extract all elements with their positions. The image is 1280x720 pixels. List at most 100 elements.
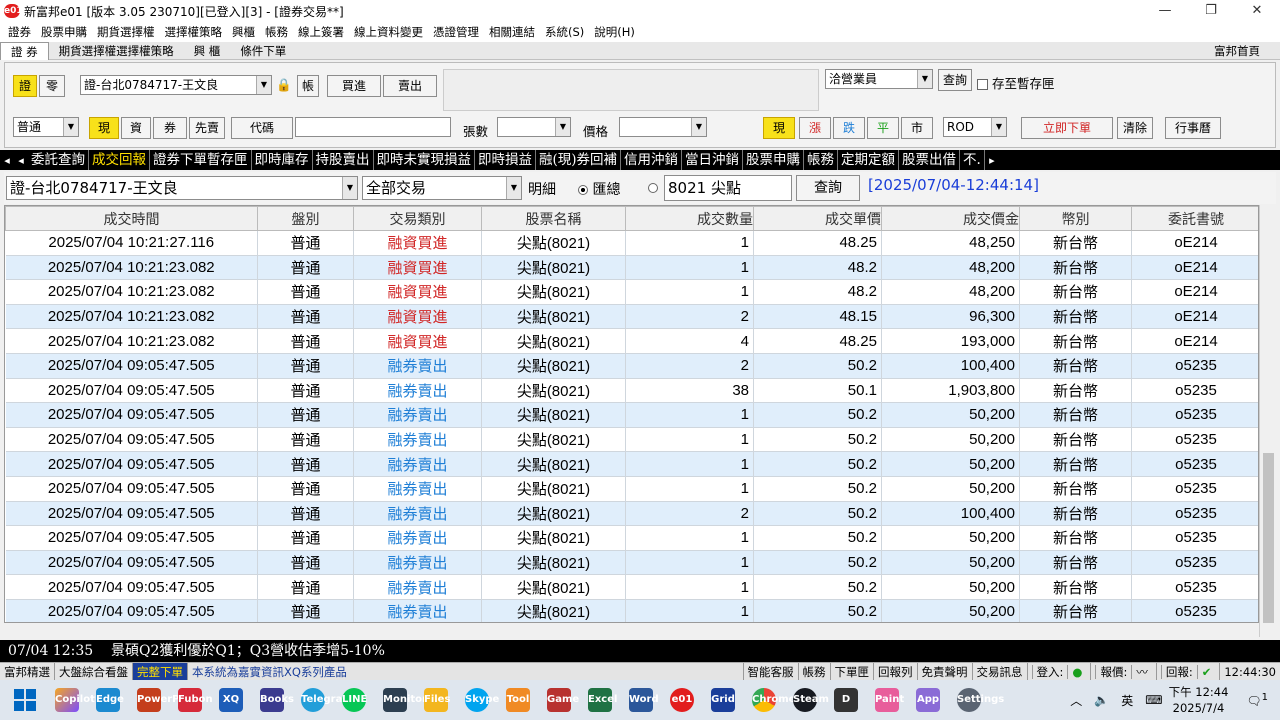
col-quantity[interactable]: 成交數量 [625,206,754,231]
tray-chevron-icon[interactable]: ︿ [1070,692,1082,709]
table-row[interactable]: 2025/07/04 09:05:47.505 普通 融券賣出 尖點(8021) 1 50… [5,402,1258,428]
menu-emerging[interactable]: 興櫃 [232,24,255,40]
tif-select[interactable]: ROD ▼ [943,117,1007,137]
col-currency[interactable]: 幣別 [1019,206,1132,231]
col-order-no[interactable]: 委託書號 [1131,206,1258,231]
menu-account[interactable]: 帳務 [265,24,288,40]
price-limit-down-button[interactable]: 跌 [833,117,865,139]
sell-button[interactable]: 賣出 [383,75,437,97]
paint-icon[interactable]: Paint [875,688,904,712]
monitor-icon[interactable]: Monitor [383,688,427,712]
tab-more[interactable]: 不. [960,150,985,170]
table-row[interactable]: 2025/07/04 10:21:23.082 普通 融資買進 尖點(8021) 1 48… [5,279,1258,305]
edge-icon[interactable]: Edge [96,688,124,712]
col-trade-time[interactable]: 成交時間 [5,206,258,231]
books-icon[interactable]: Books [260,688,294,712]
tab-holdings-sell[interactable]: 持股賣出 [313,150,374,170]
minimize-button[interactable]: — [1142,0,1188,22]
save-temp-toggle[interactable]: 存至暫存匣 [977,73,1055,92]
scroll-left-icon[interactable]: ◂ [0,154,14,167]
clear-button[interactable]: 清除 [1117,117,1153,139]
menu-cert[interactable]: 憑證管理 [433,24,479,40]
price-flat-button[interactable]: 平 [867,117,899,139]
maximize-button[interactable]: ❐ [1188,0,1234,22]
stock-filter-input[interactable]: 8021 尖點 [664,175,792,201]
table-row[interactable]: 2025/07/04 10:21:23.082 普通 融資買進 尖點(8021) 2 48… [5,304,1258,330]
buy-button[interactable]: 買進 [327,75,381,97]
copilot-icon[interactable]: Copilot [55,688,95,712]
table-row[interactable]: 2025/07/04 09:05:47.505 普通 融券賣出 尖點(8021) 1 50… [5,550,1258,576]
tab-trade-report[interactable]: 成交回報 [89,150,150,170]
order-type-select[interactable]: 普通 ▼ [13,117,79,137]
account-select[interactable]: 證-台北0784717-王文良 ▼ [80,75,272,95]
link-account[interactable]: 帳務 [797,662,830,681]
menu-ipo[interactable]: 股票申購 [41,24,87,40]
tab-daytrade[interactable]: 當日沖銷 [682,150,744,170]
skype-icon[interactable]: Skype [465,688,499,712]
menu-system[interactable]: 系統(S) [545,24,584,40]
game-icon[interactable]: Game [547,688,579,712]
trade-report-table[interactable]: 成交時間 盤別 交易類別 股票名稱 成交數量 成交單價 成交價金 幣別 委託書號… [4,205,1259,623]
grid-app-icon[interactable]: Grid [711,688,735,712]
status-tab-order[interactable]: 完整下單 [133,662,188,681]
notification-icon[interactable]: 🗨1 [1246,692,1268,708]
sell-first-button[interactable]: 先賣 [189,117,225,139]
trade-type-select[interactable]: 全部交易 ▼ [362,176,522,200]
e01-icon[interactable]: e01 [670,688,694,712]
code-button[interactable]: 代碼 [231,117,293,139]
table-row[interactable]: 2025/07/04 09:05:47.505 普通 融券賣出 尖點(8021) 1 50… [5,476,1258,502]
xq-icon[interactable]: XQ [219,688,243,712]
col-price[interactable]: 成交單價 [753,206,882,231]
margin-button[interactable]: 資 [121,117,151,139]
tab-account[interactable]: 帳務 [804,150,839,170]
tab-futures[interactable]: 期貨選擇權選擇權策略 [49,42,184,60]
account-button[interactable]: 帳 [297,75,319,97]
windows-start-icon[interactable] [14,689,36,711]
tab-emerging[interactable]: 興 櫃 [184,42,231,60]
link-disclaimer[interactable]: 免責聲明 [916,662,972,681]
line-icon[interactable]: LINE [342,688,367,712]
tab-temp-orders[interactable]: 證券下單暫存匣 [150,150,252,170]
telegram-icon[interactable]: Telegram [301,688,353,712]
cash-button[interactable]: 現 [89,117,119,139]
tab-order-query[interactable]: 委託查詢 [28,150,89,170]
tab-conditional[interactable]: 條件下單 [230,42,296,60]
table-row[interactable]: 2025/07/04 09:05:47.505 普通 融券賣出 尖點(8021) 1 50… [5,427,1258,453]
menu-links[interactable]: 相關連結 [489,24,535,40]
steam-icon[interactable]: Steam [793,688,829,712]
scroll-right-icon[interactable]: ▸ [985,154,999,167]
scrollbar-thumb[interactable] [1263,453,1274,623]
col-session[interactable]: 盤別 [257,206,354,231]
table-row[interactable]: 2025/07/04 09:05:47.505 普通 融券賣出 尖點(8021) 1 50… [5,451,1258,477]
powerpoint-icon[interactable]: PowerPoint [137,688,202,712]
table-row[interactable]: 2025/07/04 10:21:23.082 普通 融資買進 尖點(8021) 4 48… [5,328,1258,354]
link-order-box[interactable]: 下單匣 [829,662,874,681]
status-tab-picks[interactable]: 富邦精選 [0,662,55,681]
query-button[interactable]: 查詢 [796,175,860,201]
link-trade-msg[interactable]: 交易訊息 [971,662,1027,681]
word-icon[interactable]: Word [629,688,659,712]
table-row[interactable]: 2025/07/04 09:05:47.505 普通 融券賣出 尖點(8021) 1 50… [5,599,1258,622]
tab-lending[interactable]: 股票出借 [899,150,961,170]
table-row[interactable]: 2025/07/04 09:05:47.505 普通 融券賣出 尖點(8021) 1 50… [5,574,1258,600]
detail-radio[interactable]: 明細 [528,179,556,199]
table-row[interactable]: 2025/07/04 09:05:47.505 普通 融券賣出 尖點(8021) 2 50… [5,353,1258,379]
col-amount[interactable]: 成交價金 [881,206,1020,231]
table-row[interactable]: 2025/07/04 10:21:23.082 普通 融資買進 尖點(8021) 1 48… [5,255,1258,281]
input-icon[interactable]: ⌨ [1145,693,1162,707]
menu-profile[interactable]: 線上資料變更 [354,24,423,40]
price-input[interactable]: ▼ [619,117,707,137]
app-icon[interactable]: App [916,688,940,712]
agent-select[interactable]: 洽營業員 ▼ [825,69,933,89]
col-stock-name[interactable]: 股票名稱 [481,206,626,231]
price-current-button[interactable]: 現 [763,117,795,139]
tab-regular-invest[interactable]: 定期定額 [838,150,900,170]
menu-help[interactable]: 說明(H) [594,24,635,40]
vertical-scrollbar[interactable] [1259,205,1276,637]
tab-unrealized[interactable]: 即時未實現損益 [374,150,475,170]
calendar-button[interactable]: 行事曆 [1165,117,1221,139]
volume-icon[interactable]: 🔈 [1094,693,1109,707]
folder-icon[interactable]: Files [424,688,450,712]
qty-input[interactable]: ▼ [497,117,571,137]
scroll-left-icon[interactable]: ◂ [14,154,28,167]
